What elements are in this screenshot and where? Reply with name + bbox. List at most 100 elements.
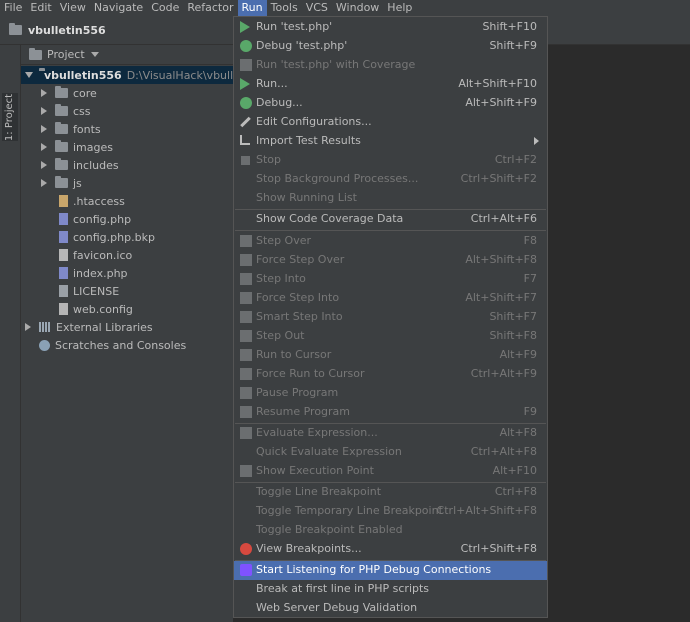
menu-item-import-test-results[interactable]: Import Test Results (234, 132, 547, 151)
menu-item-break-at-first-line[interactable]: Break at first line in PHP scripts (234, 580, 547, 599)
menu-item-label: Evaluate Expression... (256, 426, 378, 439)
menu-file[interactable]: File (0, 0, 26, 16)
project-view-icon (29, 47, 42, 60)
project-tool-tab[interactable]: 1: Project (2, 93, 18, 141)
menu-item-run-coverage[interactable]: Run 'test.php' with Coverage (234, 56, 547, 75)
chevron-right-icon[interactable] (41, 143, 47, 151)
menu-item-label: Debug... (256, 96, 303, 109)
menu-vcs[interactable]: VCS (302, 0, 332, 16)
menu-item-start-listening-php-debug[interactable]: Start Listening for PHP Debug Connection… (234, 561, 547, 580)
menu-item-debug[interactable]: Debug... Alt+Shift+F9 (234, 94, 547, 113)
menu-item-toggle-line-breakpoint[interactable]: Toggle Line Breakpoint Ctrl+F8 (234, 483, 547, 502)
text-file-icon (59, 285, 68, 297)
tree-file[interactable]: LICENSE (59, 282, 119, 300)
folder-icon (55, 176, 68, 188)
menu-item-force-run-to-cursor[interactable]: Force Run to Cursor Ctrl+Alt+F9 (234, 365, 547, 384)
project-view-selector[interactable]: Project (47, 48, 85, 61)
menu-item-run[interactable]: Run... Alt+Shift+F10 (234, 75, 547, 94)
menu-item-shortcut: F7 (523, 272, 537, 285)
menu-code[interactable]: Code (147, 0, 183, 16)
menu-item-edit-configurations[interactable]: Edit Configurations... (234, 113, 547, 132)
tree-scratches[interactable]: Scratches and Consoles (39, 336, 186, 354)
menu-item-label: Force Step Into (256, 291, 340, 304)
tree-file[interactable]: web.config (59, 300, 133, 318)
menu-item-label: Web Server Debug Validation (256, 601, 418, 614)
tree-file[interactable]: .htaccess (59, 192, 125, 210)
menu-item-step-into[interactable]: Step Into F7 (234, 270, 547, 289)
menu-item-shortcut: Alt+Shift+F10 (458, 77, 537, 90)
menu-item-shortcut: Alt+Shift+F7 (465, 291, 537, 304)
tree-external-libraries[interactable]: External Libraries (25, 318, 153, 336)
menu-item-shortcut: Ctrl+Alt+Shift+F8 (436, 504, 537, 517)
tree-folder[interactable]: includes (41, 156, 119, 174)
tree-root[interactable]: vbulletin556 D:\VisualHack\vbulletin (21, 66, 254, 84)
chevron-down-icon[interactable] (25, 72, 33, 78)
tree-folder[interactable]: js (41, 174, 82, 192)
menu-edit[interactable]: Edit (26, 0, 55, 16)
external-libraries-label: External Libraries (56, 320, 153, 334)
tree-file[interactable]: config.php.bkp (59, 228, 155, 246)
project-panel-header: Project (21, 45, 233, 65)
chevron-right-icon[interactable] (41, 107, 47, 115)
menu-tools[interactable]: Tools (267, 0, 302, 16)
folder-icon (55, 104, 68, 116)
menu-help[interactable]: Help (383, 0, 416, 16)
menu-item-label: Run 'test.php' with Coverage (256, 58, 416, 71)
chevron-right-icon[interactable] (41, 179, 47, 187)
menu-item-label: Step Into (256, 272, 306, 285)
menu-item-show-running-list[interactable]: Show Running List (234, 189, 547, 208)
menu-item-show-execution-point[interactable]: Show Execution Point Alt+F10 (234, 462, 547, 481)
menu-item-force-step-over[interactable]: Force Step Over Alt+Shift+F8 (234, 251, 547, 270)
menu-item-run-test[interactable]: Run 'test.php' Shift+F10 (234, 18, 547, 37)
menu-window[interactable]: Window (332, 0, 383, 16)
chevron-down-icon[interactable] (90, 52, 99, 57)
folder-icon (55, 158, 68, 170)
menu-bar: File Edit View Navigate Code Refactor Ru… (0, 0, 690, 16)
root-name: vbulletin556 (44, 68, 122, 82)
chevron-right-icon[interactable] (41, 89, 47, 97)
menu-run[interactable]: Run (237, 0, 267, 16)
menu-view[interactable]: View (56, 0, 90, 16)
tree-folder[interactable]: core (41, 84, 97, 102)
chevron-right-icon[interactable] (41, 161, 47, 169)
file-label: .htaccess (73, 194, 125, 208)
chevron-right-icon[interactable] (41, 125, 47, 133)
folder-icon (55, 86, 68, 98)
editor-area (548, 45, 690, 622)
menu-item-label: Pause Program (256, 386, 339, 399)
menu-item-label: Edit Configurations... (256, 115, 372, 128)
tree-file[interactable]: favicon.ico (59, 246, 132, 264)
menu-navigate[interactable]: Navigate (90, 0, 147, 16)
evaluate-icon (240, 427, 252, 439)
php-listen-icon (240, 564, 252, 576)
menu-item-stop-background[interactable]: Stop Background Processes... Ctrl+Shift+… (234, 170, 547, 189)
menu-item-debug-test[interactable]: Debug 'test.php' Shift+F9 (234, 37, 547, 56)
menu-item-label: Debug 'test.php' (256, 39, 348, 52)
menu-item-label: Run 'test.php' (256, 20, 333, 33)
tree-folder[interactable]: fonts (41, 120, 101, 138)
menu-item-step-over[interactable]: Step Over F8 (234, 232, 547, 251)
menu-item-step-out[interactable]: Step Out Shift+F8 (234, 327, 547, 346)
menu-item-stop[interactable]: Stop Ctrl+F2 (234, 151, 547, 170)
tree-folder[interactable]: css (41, 102, 91, 120)
pause-icon (240, 387, 252, 399)
tree-file[interactable]: config.php (59, 210, 131, 228)
menu-item-view-breakpoints[interactable]: View Breakpoints... Ctrl+Shift+F8 (234, 540, 547, 559)
menu-item-run-to-cursor[interactable]: Run to Cursor Alt+F9 (234, 346, 547, 365)
menu-item-evaluate-expression[interactable]: Evaluate Expression... Alt+F8 (234, 424, 547, 443)
chevron-right-icon[interactable] (25, 323, 31, 331)
menu-item-quick-evaluate[interactable]: Quick Evaluate Expression Ctrl+Alt+F8 (234, 443, 547, 462)
menu-item-toggle-breakpoint-enabled[interactable]: Toggle Breakpoint Enabled (234, 521, 547, 540)
menu-item-resume-program[interactable]: Resume Program F9 (234, 403, 547, 422)
tree-file[interactable]: index.php (59, 264, 128, 282)
tree-folder[interactable]: images (41, 138, 113, 156)
menu-item-pause-program[interactable]: Pause Program (234, 384, 547, 403)
menu-item-toggle-temporary-breakpoint[interactable]: Toggle Temporary Line Breakpoint Ctrl+Al… (234, 502, 547, 521)
menu-item-force-step-into[interactable]: Force Step Into Alt+Shift+F7 (234, 289, 547, 308)
menu-item-web-server-debug-validation[interactable]: Web Server Debug Validation (234, 599, 547, 618)
menu-item-show-code-coverage[interactable]: Show Code Coverage Data Ctrl+Alt+F6 (234, 210, 547, 229)
breadcrumb-project[interactable]: vbulletin556 (28, 24, 106, 37)
menu-item-smart-step-into[interactable]: Smart Step Into Shift+F7 (234, 308, 547, 327)
php-file-icon (59, 267, 68, 279)
menu-refactor[interactable]: Refactor (183, 0, 237, 16)
